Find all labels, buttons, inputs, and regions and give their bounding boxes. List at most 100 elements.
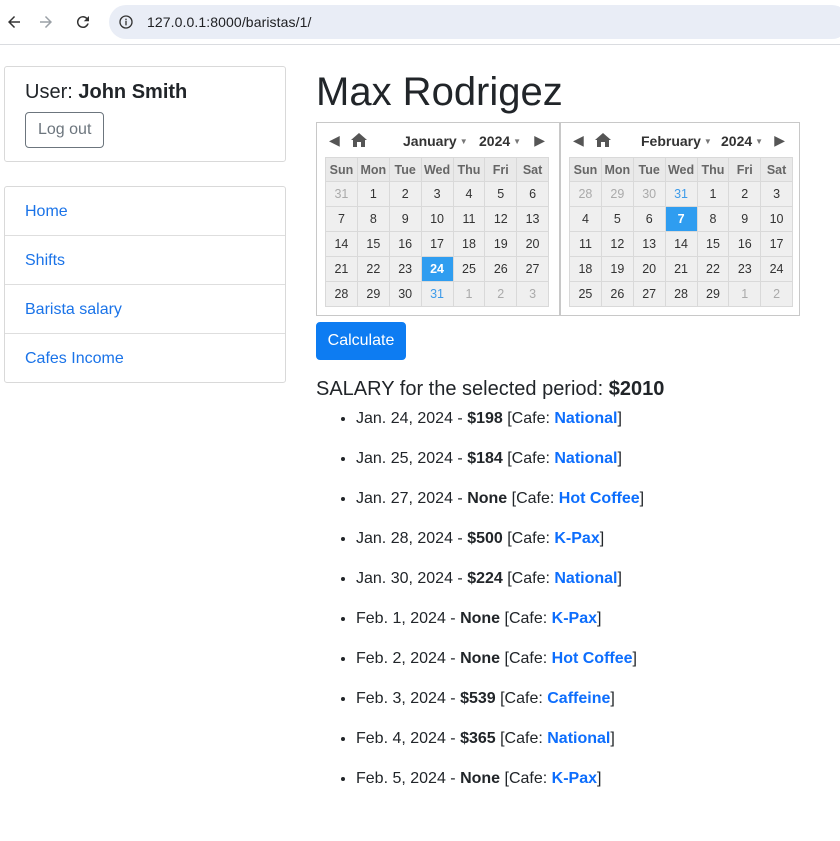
home-icon[interactable]	[351, 133, 367, 147]
cafe-link[interactable]: K-Pax	[552, 770, 597, 787]
next-month-icon[interactable]: ▶	[534, 132, 545, 149]
calendar-day[interactable]: 5	[600, 206, 634, 232]
calendar-day[interactable]: 13	[516, 206, 549, 232]
calendar-day[interactable]: 29	[600, 181, 634, 207]
calendar-day[interactable]: 2	[760, 281, 793, 307]
sidebar-item-home[interactable]: Home	[5, 187, 285, 236]
calendar-day[interactable]: 6	[516, 181, 549, 207]
calendar-day[interactable]: 6	[632, 206, 666, 232]
cafe-link[interactable]: Hot Coffee	[559, 490, 640, 507]
cafe-link[interactable]: National	[554, 450, 617, 467]
calendar-day[interactable]: 13	[632, 231, 666, 257]
calendar-day[interactable]: 20	[516, 231, 549, 257]
calendar-day[interactable]: 15	[696, 231, 730, 257]
calendar-day[interactable]: 3	[420, 181, 454, 207]
logout-button[interactable]: Log out	[25, 112, 105, 148]
calendar-day[interactable]: 2	[728, 181, 762, 207]
calendar-day[interactable]: 19	[600, 256, 634, 282]
calendar-day[interactable]: 29	[356, 281, 390, 307]
cafe-link[interactable]: National	[547, 730, 610, 747]
sidebar-item-shifts[interactable]: Shifts	[5, 236, 285, 285]
calendar-day[interactable]: 14	[664, 231, 698, 257]
calendar-day[interactable]: 1	[452, 281, 486, 307]
calendar-day[interactable]: 8	[696, 206, 730, 232]
calendar-day[interactable]: 9	[388, 206, 422, 232]
calendar-day[interactable]: 7	[664, 206, 698, 232]
cafe-link[interactable]: Caffeine	[547, 690, 610, 707]
calendar-day[interactable]: 26	[600, 281, 634, 307]
calendar-day[interactable]: 27	[632, 281, 666, 307]
cafe-link[interactable]: K-Pax	[554, 530, 599, 547]
calendar-day[interactable]: 2	[484, 281, 518, 307]
url-text[interactable]: 127.0.0.1:8000/baristas/1/	[147, 14, 312, 30]
back-icon[interactable]	[0, 8, 28, 36]
cafe-link[interactable]: Hot Coffee	[552, 650, 633, 667]
sidebar-item-barista-salary[interactable]: Barista salary	[5, 285, 285, 334]
calendar-day[interactable]: 21	[664, 256, 698, 282]
calendar-day[interactable]: 4	[452, 181, 486, 207]
calculate-button[interactable]: Calculate	[316, 322, 406, 360]
calendar-day[interactable]: 3	[760, 181, 793, 207]
calendar-day[interactable]: 12	[600, 231, 634, 257]
calendar-day[interactable]: 24	[760, 256, 793, 282]
month-select[interactable]: January ▼	[403, 133, 468, 149]
calendar-day[interactable]: 18	[569, 256, 602, 282]
calendar-day[interactable]: 30	[632, 181, 666, 207]
cafe-link[interactable]: K-Pax	[552, 610, 597, 627]
calendar-day[interactable]: 28	[569, 181, 602, 207]
calendar-day[interactable]: 1	[356, 181, 390, 207]
calendar-day[interactable]: 25	[569, 281, 602, 307]
calendar-day[interactable]: 31	[420, 281, 454, 307]
next-month-icon[interactable]: ▶	[774, 132, 785, 149]
calendar-day[interactable]: 3	[516, 281, 549, 307]
cafe-link[interactable]: National	[554, 410, 617, 427]
calendar-day[interactable]: 17	[760, 231, 793, 257]
calendar-day[interactable]: 27	[516, 256, 549, 282]
calendar-day[interactable]: 26	[484, 256, 518, 282]
month-select[interactable]: February ▼	[641, 133, 712, 149]
calendar-day[interactable]: 23	[728, 256, 762, 282]
prev-month-icon[interactable]: ◀	[573, 132, 584, 149]
sidebar-item-cafes-income[interactable]: Cafes Income	[5, 334, 285, 382]
prev-month-icon[interactable]: ◀	[329, 132, 340, 149]
calendar-day[interactable]: 15	[356, 231, 390, 257]
calendar-day[interactable]: 25	[452, 256, 486, 282]
calendar-day[interactable]: 17	[420, 231, 454, 257]
calendar-day[interactable]: 9	[728, 206, 762, 232]
calendar-day[interactable]: 30	[388, 281, 422, 307]
reload-icon[interactable]	[69, 8, 97, 36]
calendar-day[interactable]: 20	[632, 256, 666, 282]
home-icon[interactable]	[595, 133, 611, 147]
calendar-day[interactable]: 11	[452, 206, 486, 232]
calendar-day[interactable]: 22	[696, 256, 730, 282]
calendar-day[interactable]: 2	[388, 181, 422, 207]
cafe-link[interactable]: National	[554, 570, 617, 587]
calendar-day[interactable]: 14	[325, 231, 358, 257]
calendar-day[interactable]: 28	[664, 281, 698, 307]
calendar-day[interactable]: 31	[664, 181, 698, 207]
year-select[interactable]: 2024 ▼	[721, 133, 763, 149]
year-select[interactable]: 2024 ▼	[479, 133, 521, 149]
calendar-day[interactable]: 16	[728, 231, 762, 257]
calendar-day[interactable]: 16	[388, 231, 422, 257]
calendar-day[interactable]: 19	[484, 231, 518, 257]
calendar-day[interactable]: 7	[325, 206, 358, 232]
address-bar[interactable]: 127.0.0.1:8000/baristas/1/	[109, 5, 840, 39]
calendar-day[interactable]: 22	[356, 256, 390, 282]
calendar-day[interactable]: 21	[325, 256, 358, 282]
calendar-day[interactable]: 31	[325, 181, 358, 207]
calendar-day[interactable]: 11	[569, 231, 602, 257]
calendar-day[interactable]: 23	[388, 256, 422, 282]
calendar-day[interactable]: 10	[760, 206, 793, 232]
calendar-day[interactable]: 4	[569, 206, 602, 232]
calendar-day[interactable]: 28	[325, 281, 358, 307]
calendar-day[interactable]: 1	[696, 181, 730, 207]
calendar-day[interactable]: 10	[420, 206, 454, 232]
calendar-day[interactable]: 5	[484, 181, 518, 207]
forward-icon[interactable]	[32, 8, 60, 36]
calendar-day[interactable]: 1	[728, 281, 762, 307]
calendar-day[interactable]: 12	[484, 206, 518, 232]
calendar-day[interactable]: 24	[420, 256, 454, 282]
calendar-day[interactable]: 18	[452, 231, 486, 257]
site-info-icon[interactable]	[112, 8, 140, 36]
